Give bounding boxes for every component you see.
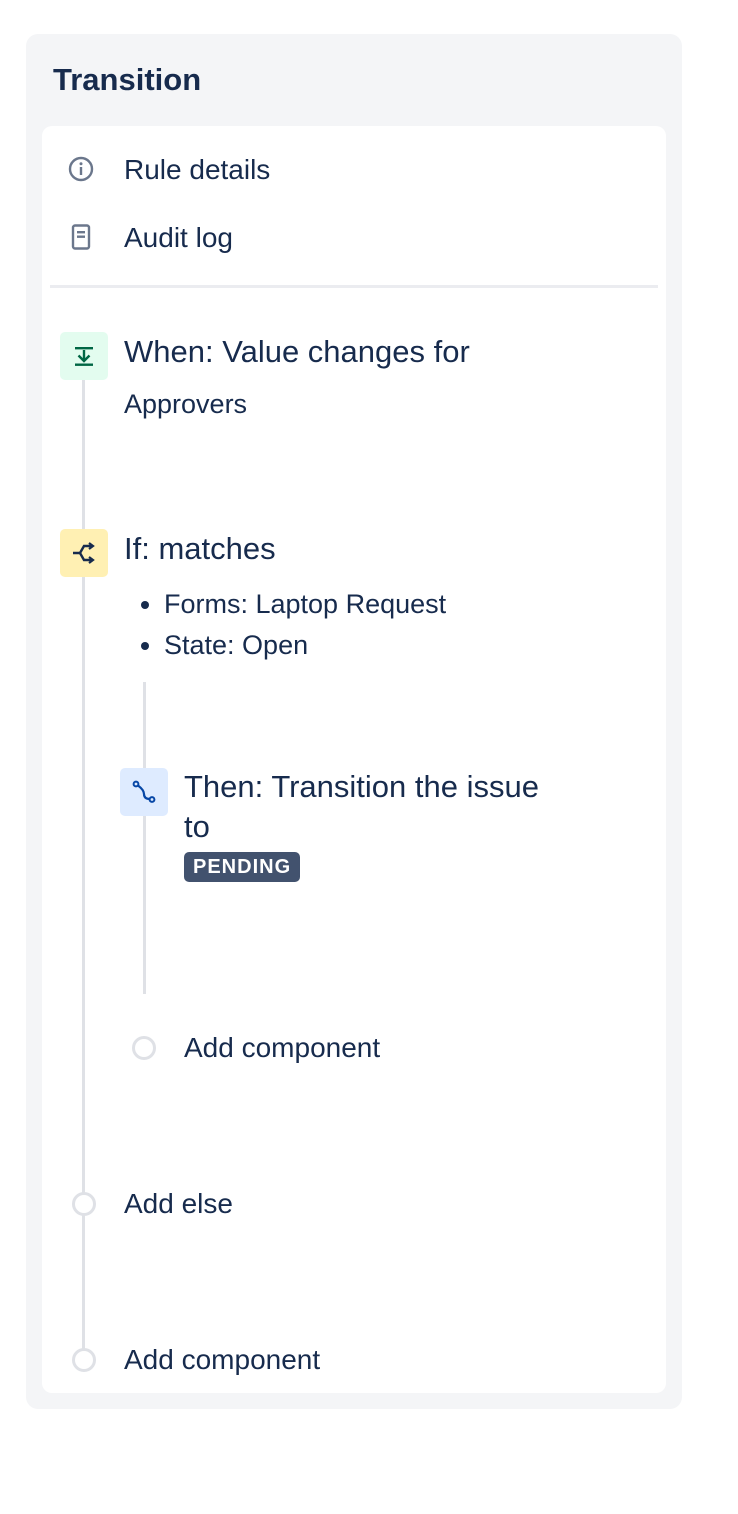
add-else-label: Add else: [124, 1188, 233, 1219]
condition-title[interactable]: If: matches: [124, 529, 276, 569]
divider: [50, 285, 658, 288]
add-component-inner-button[interactable]: Add component: [130, 1030, 430, 1070]
branch-icon[interactable]: [60, 529, 108, 577]
trigger-field: Approvers: [124, 389, 248, 419]
add-circle-icon: [72, 1348, 96, 1372]
panel-title: Transition: [53, 62, 202, 97]
status-lozenge: PENDING: [184, 852, 301, 882]
action-title-line2: to: [184, 809, 210, 844]
audit-log-label: Audit log: [124, 222, 233, 253]
condition-item: State: Open: [164, 625, 446, 666]
document-icon: [68, 224, 94, 250]
add-component-outer-label: Add component: [124, 1344, 321, 1375]
branch-timeline-line: [143, 682, 146, 994]
add-circle-icon: [72, 1192, 96, 1216]
rule-panel: Transition Rule details Audit log When: …: [26, 34, 682, 1409]
add-component-inner-label: Add component: [184, 1032, 381, 1063]
trigger-title[interactable]: When: Value changes for: [124, 332, 470, 372]
trigger-icon[interactable]: [60, 332, 108, 380]
transition-icon[interactable]: [120, 768, 168, 816]
rule-details-label: Rule details: [124, 154, 271, 185]
add-else-button[interactable]: Add else: [70, 1186, 330, 1226]
add-circle-icon: [132, 1036, 156, 1060]
rule-card: Rule details Audit log When: Value chang…: [42, 126, 666, 1393]
info-icon: [68, 156, 94, 182]
action-title-line1[interactable]: Then: Transition the issue: [184, 767, 539, 807]
condition-list: Forms: Laptop Request State: Open: [124, 584, 446, 666]
add-component-outer-button[interactable]: Add component: [70, 1342, 370, 1382]
condition-item: Forms: Laptop Request: [164, 584, 446, 625]
rule-details-link[interactable]: Rule details: [42, 144, 666, 194]
audit-log-link[interactable]: Audit log: [42, 212, 666, 262]
